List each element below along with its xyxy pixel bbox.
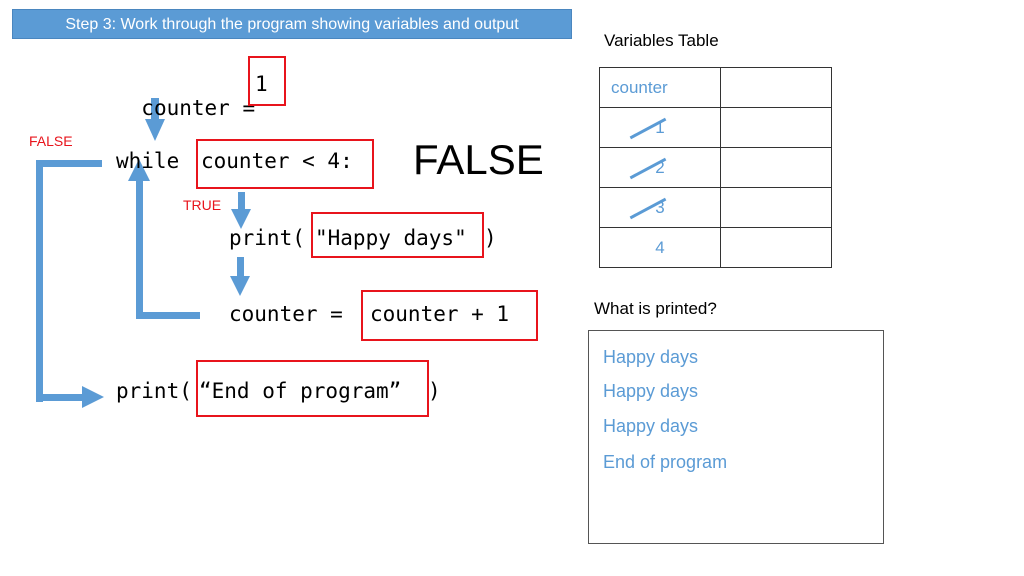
code-while-condition: counter < 4: bbox=[201, 149, 353, 173]
table-row: 4 bbox=[599, 227, 832, 268]
counter-value-crossed: 3 bbox=[599, 187, 721, 228]
output-box: Happy days Happy days Happy days End of … bbox=[588, 330, 884, 544]
table-row: 1 bbox=[599, 107, 832, 148]
counter-value-crossed: 1 bbox=[599, 107, 721, 148]
variables-table: counter 1 2 3 4 bbox=[599, 67, 832, 268]
table-cell-empty bbox=[720, 147, 832, 188]
code-end-close: ) bbox=[428, 379, 441, 403]
false-branch-bottom bbox=[43, 394, 83, 401]
variables-table-title: Variables Table bbox=[604, 31, 719, 50]
arrow-print-to-increment-head bbox=[230, 276, 250, 296]
counter-value-crossed: 2 bbox=[599, 147, 721, 188]
code-init-value: 1 bbox=[255, 72, 268, 96]
code-line-init: counter = bbox=[116, 72, 268, 120]
table-cell-empty bbox=[720, 107, 832, 148]
table-row: 3 bbox=[599, 187, 832, 228]
loop-back-vertical bbox=[136, 180, 143, 319]
output-line: End of program bbox=[603, 452, 728, 472]
false-branch-vertical bbox=[36, 160, 43, 402]
code-increment-lhs: counter = bbox=[229, 302, 356, 326]
output-title: What is printed? bbox=[594, 299, 717, 318]
table-cell-empty bbox=[720, 227, 832, 268]
code-print-close: ) bbox=[484, 226, 497, 250]
table-row: 2 bbox=[599, 147, 832, 188]
table-cell-empty bbox=[720, 187, 832, 228]
code-while-keyword: while bbox=[116, 149, 192, 173]
code-end-open: print( bbox=[116, 379, 192, 403]
table-header-empty bbox=[720, 67, 832, 108]
output-line: Happy days bbox=[603, 381, 699, 401]
table-header-counter: counter bbox=[599, 67, 721, 108]
code-print-open: print( bbox=[229, 226, 305, 250]
code-print-arg: "Happy days" bbox=[315, 226, 467, 250]
counter-value-current: 4 bbox=[599, 227, 721, 268]
arrow-print-to-increment bbox=[237, 257, 244, 277]
table-header-row: counter bbox=[599, 67, 832, 108]
loop-back-horizontal bbox=[136, 312, 200, 319]
output-line: Happy days bbox=[603, 347, 699, 367]
false-branch-top bbox=[36, 160, 102, 167]
code-end-arg: “End of program” bbox=[199, 379, 402, 403]
arrow-init-to-while-head bbox=[145, 119, 165, 141]
output-line: Happy days bbox=[603, 416, 699, 436]
condition-result: FALSE bbox=[413, 136, 544, 183]
arrow-while-to-print bbox=[238, 192, 245, 210]
false-label: FALSE bbox=[29, 133, 73, 149]
true-label: TRUE bbox=[183, 197, 222, 213]
code-increment-rhs: counter + 1 bbox=[370, 302, 510, 326]
false-branch-head bbox=[82, 386, 104, 408]
